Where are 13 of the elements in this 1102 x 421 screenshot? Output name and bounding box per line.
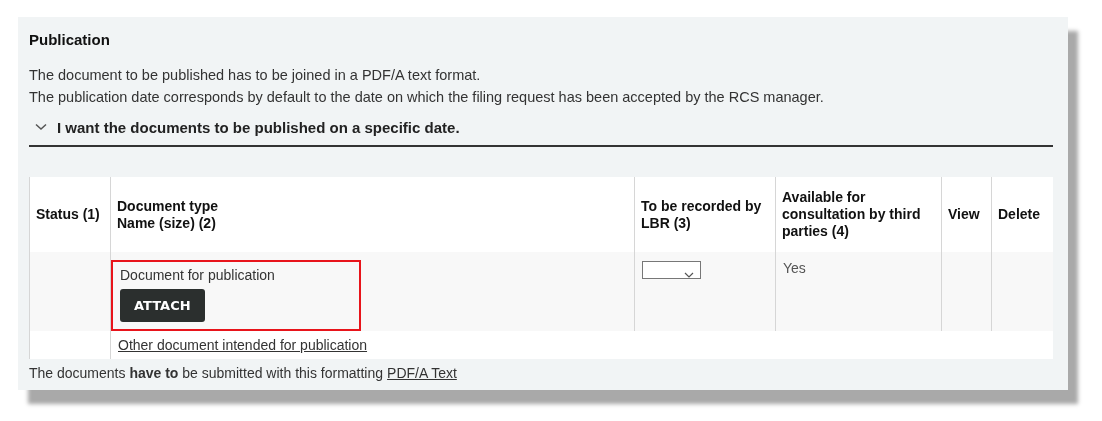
format-link[interactable]: PDF/A Text <box>387 365 457 381</box>
chevron-icon <box>35 123 47 131</box>
description-text: The publication date corresponds by default to the date on which the filing request has been accepted by the RCS manager. <box>29 88 825 107</box>
caret-icon <box>684 272 694 278</box>
footer-text: The documents have to be submitted with this formatting <box>29 365 384 381</box>
document-type: Document for publication <box>120 267 276 283</box>
description-text: The document to be published has to be joined in a PDF/A text format. <box>29 66 482 85</box>
accordion-toggle[interactable]: I want the documents to be published on a specific date. <box>29 116 460 138</box>
table-cell: Yes <box>783 260 806 276</box>
section-title: Publication <box>29 31 111 50</box>
attach-button[interactable]: ATTACH <box>120 289 205 322</box>
other-document-link[interactable]: Other document intended for publication <box>118 337 368 353</box>
dropdown-field[interactable] <box>642 261 701 279</box>
